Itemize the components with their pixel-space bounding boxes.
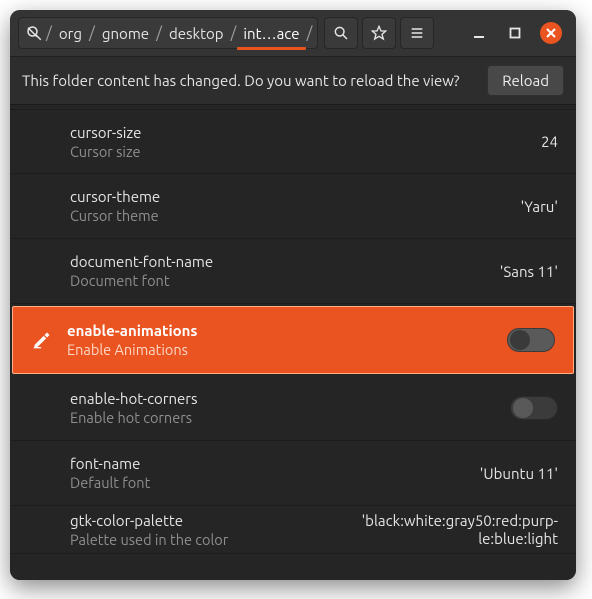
list-item[interactable]: gtk-color-palette Palette used in the co… <box>10 506 576 554</box>
headerbar: / org / gnome / desktop / int…ace / <box>10 10 576 57</box>
breadcrumb-sep: / <box>88 24 96 42</box>
search-button[interactable] <box>324 17 358 49</box>
infobar: This folder content has changed. Do you … <box>10 57 576 105</box>
close-button[interactable] <box>540 22 562 44</box>
list-item[interactable]: cursor-size Cursor size 24 <box>10 109 576 174</box>
maximize-button[interactable] <box>504 22 526 44</box>
setting-desc: Cursor theme <box>70 207 521 224</box>
edit-icon <box>25 330 59 350</box>
app-icon[interactable] <box>23 22 45 44</box>
breadcrumb-seg-interface[interactable]: int…ace <box>237 25 305 42</box>
hamburger-menu-button[interactable] <box>400 17 434 49</box>
setting-key: cursor-size <box>70 124 541 141</box>
bookmark-button[interactable] <box>362 17 396 49</box>
setting-value: 'Ubuntu 11' <box>480 465 558 482</box>
setting-value: 'Yaru' <box>521 198 558 215</box>
setting-key: font-name <box>70 455 480 472</box>
list-item[interactable]: cursor-theme Cursor theme 'Yaru' <box>10 174 576 239</box>
setting-key: gtk-color-palette <box>70 512 362 529</box>
dconf-editor-window: / org / gnome / desktop / int…ace / <box>10 10 576 580</box>
breadcrumb-sep: / <box>45 24 53 42</box>
setting-key: document-font-name <box>70 253 500 270</box>
setting-desc: Cursor size <box>70 143 541 160</box>
breadcrumb-seg-desktop[interactable]: desktop <box>163 25 230 42</box>
setting-value: 'Sans 11' <box>500 263 558 280</box>
breadcrumb-sep: / <box>230 24 238 42</box>
breadcrumb: / org / gnome / desktop / int…ace / <box>18 17 318 49</box>
list-item[interactable]: enable-hot-corners Enable hot corners <box>10 376 576 441</box>
setting-key: cursor-theme <box>70 188 521 205</box>
toggle-switch[interactable] <box>507 328 555 352</box>
reload-button[interactable]: Reload <box>487 65 564 96</box>
breadcrumb-seg-org[interactable]: org <box>53 25 88 42</box>
infobar-message: This folder content has changed. Do you … <box>22 72 477 89</box>
setting-key: enable-animations <box>67 322 507 339</box>
setting-desc: Document font <box>70 272 500 289</box>
breadcrumb-seg-label: int…ace <box>243 25 299 42</box>
window-controls <box>468 22 568 44</box>
breadcrumb-seg-gnome[interactable]: gnome <box>96 25 155 42</box>
setting-value: 24 <box>541 133 558 150</box>
list-item[interactable]: document-font-name Document font 'Sans 1… <box>10 239 576 304</box>
toggle-knob <box>513 398 533 418</box>
minimize-button[interactable] <box>468 22 490 44</box>
list-item[interactable]: font-name Default font 'Ubuntu 11' <box>10 441 576 506</box>
setting-desc: Enable Animations <box>67 341 507 358</box>
setting-desc: Palette used in the color <box>70 531 362 548</box>
list-item-selected[interactable]: enable-animations Enable Animations <box>12 306 574 374</box>
breadcrumb-sep: / <box>306 24 314 42</box>
setting-desc: Enable hot corners <box>70 409 510 426</box>
setting-value: 'black:white:gray50:red:purp- le:blue:li… <box>362 512 558 547</box>
settings-list[interactable]: cursor-size Cursor size 24 cursor-theme … <box>10 105 576 580</box>
setting-desc: Default font <box>70 474 480 491</box>
toggle-switch[interactable] <box>510 396 558 420</box>
setting-key: enable-hot-corners <box>70 390 510 407</box>
breadcrumb-sep: / <box>155 24 163 42</box>
toggle-knob <box>510 330 530 350</box>
breadcrumb-underline <box>237 47 305 50</box>
